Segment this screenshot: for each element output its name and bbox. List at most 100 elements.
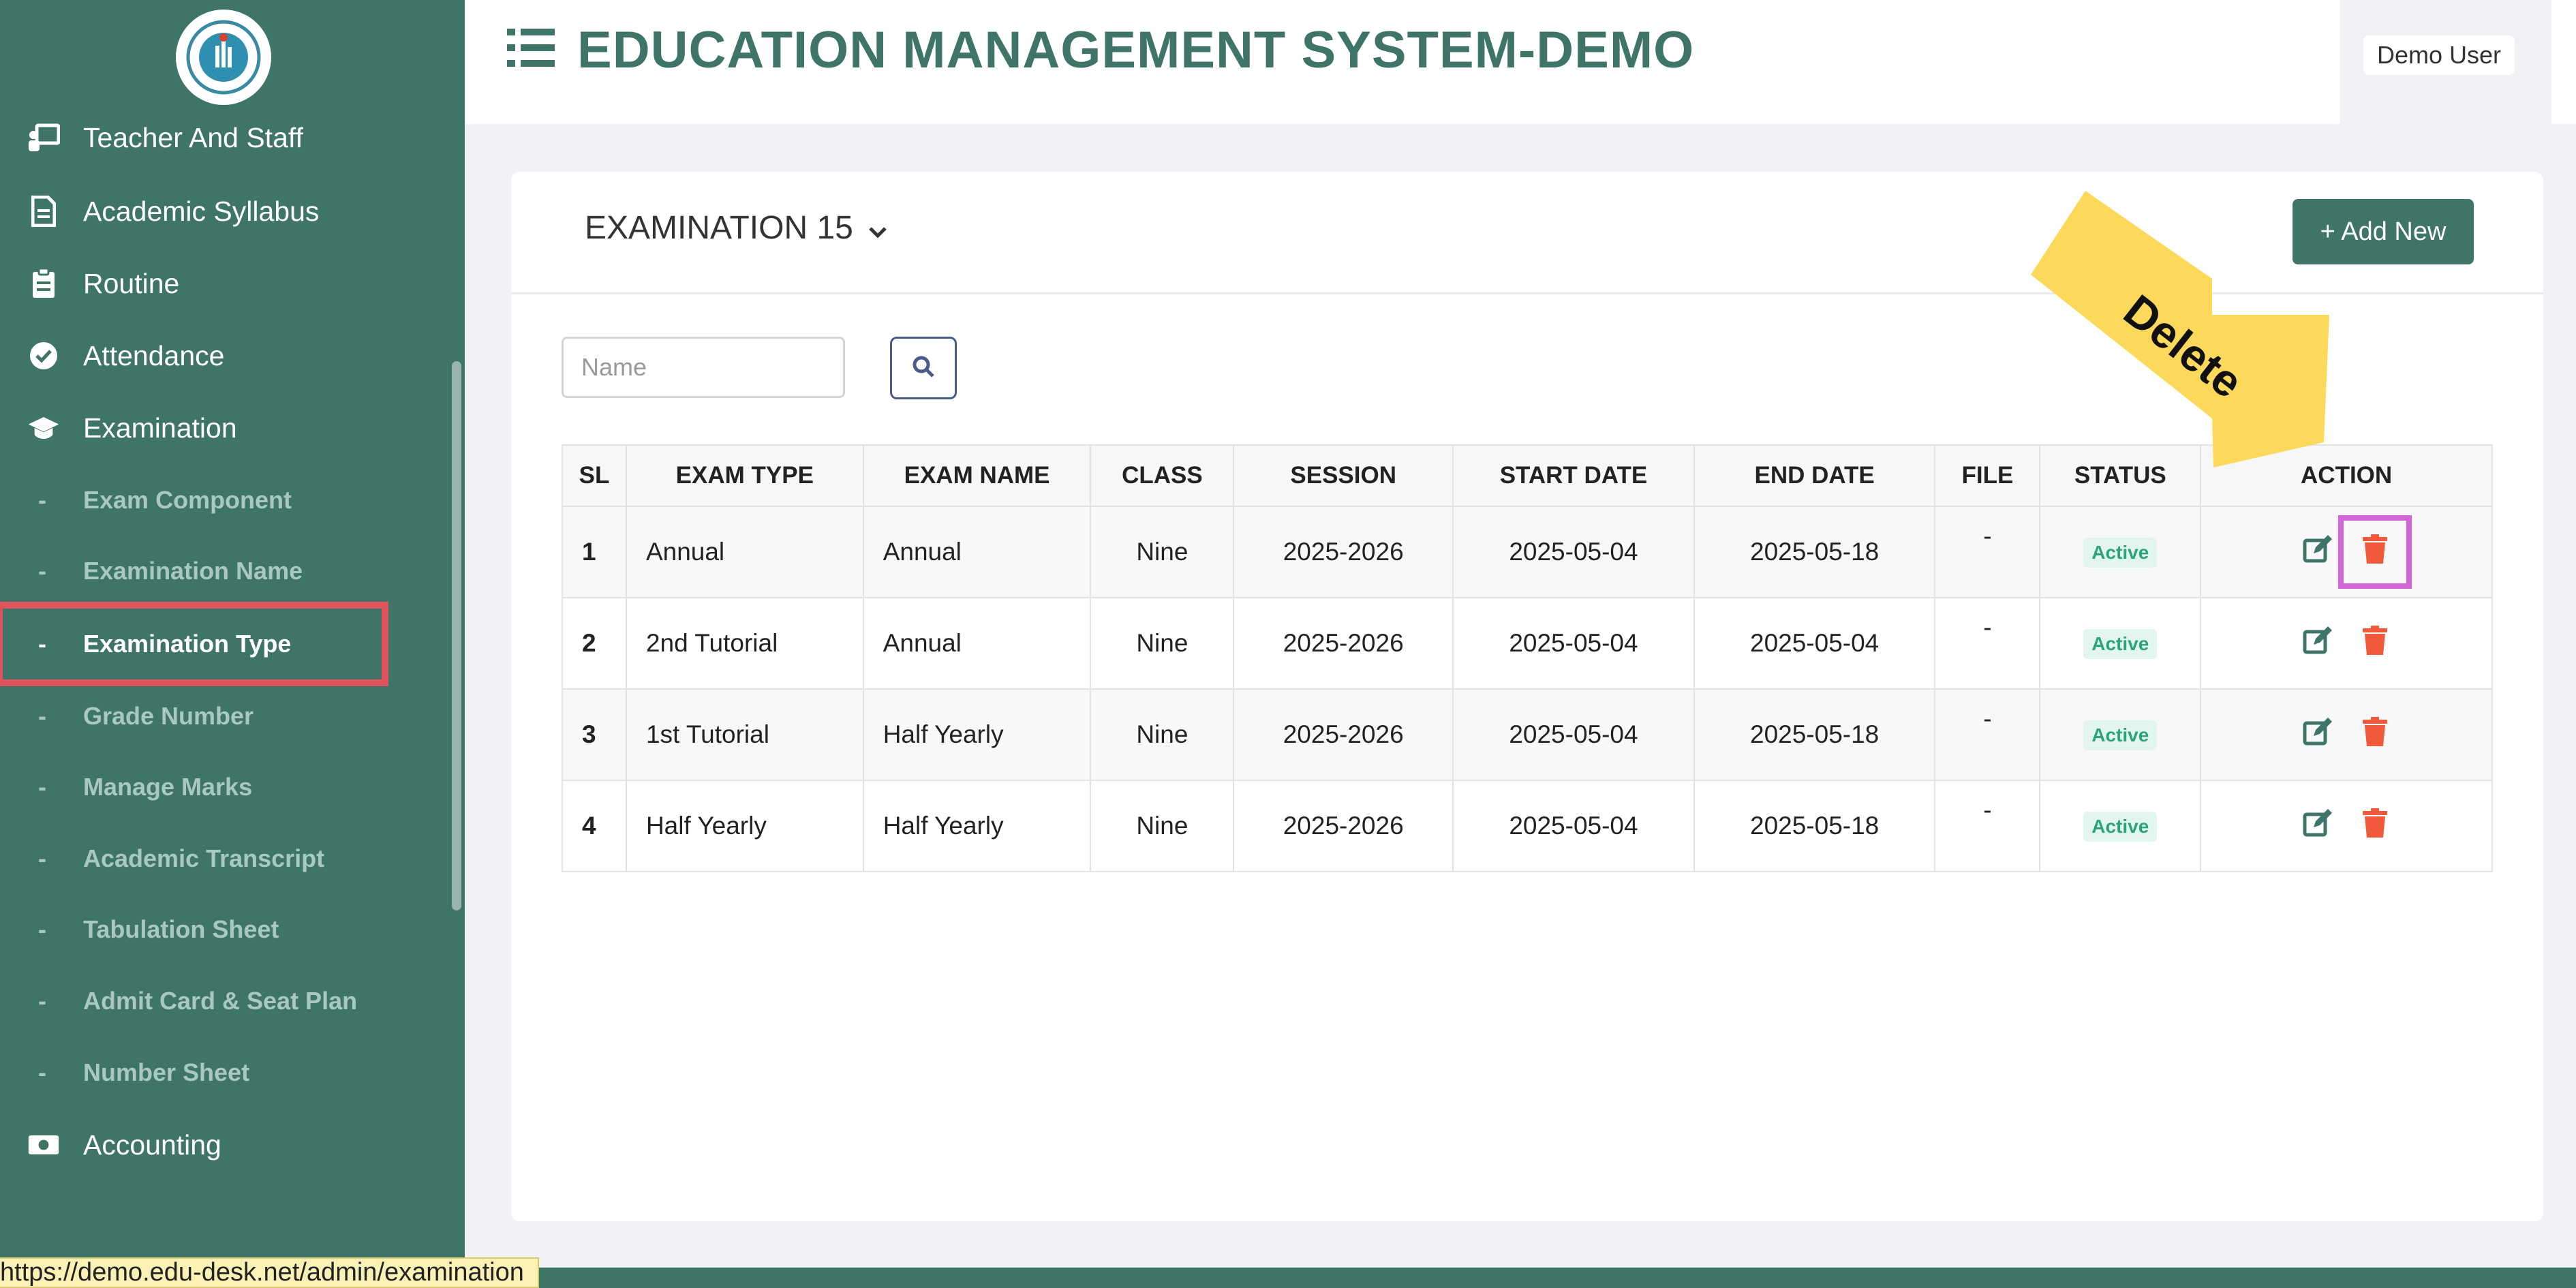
edit-icon <box>2302 625 2333 662</box>
trash-icon <box>2361 534 2389 571</box>
table-row: 4 Half Yearly Half Yearly Nine 2025-2026… <box>562 780 2493 872</box>
sidebar-subitem-academic-transcript[interactable]: - Academic Transcript <box>0 827 388 890</box>
status-badge: Active <box>2083 812 2158 842</box>
sidebar-item-label: Teacher And Staff <box>83 121 303 153</box>
dash-icon: - <box>38 486 46 514</box>
examination-selector[interactable]: EXAMINATION 15 <box>585 209 887 247</box>
delete-button[interactable] <box>2355 623 2395 664</box>
bottom-bar <box>465 1268 2576 1288</box>
cell-exam-name: Half Yearly <box>862 688 1092 781</box>
sidebar-subitem-tabulation-sheet[interactable]: - Tabulation Sheet <box>0 898 388 961</box>
cell-exam-name: Annual <box>862 597 1092 690</box>
delete-button[interactable] <box>2338 515 2412 589</box>
edit-button[interactable] <box>2297 623 2338 664</box>
dash-icon: - <box>38 1058 46 1086</box>
name-search-input[interactable] <box>562 337 845 398</box>
edit-icon <box>2302 808 2333 845</box>
column-header: FILE <box>1934 444 2041 507</box>
sidebar-item-examination[interactable]: Examination <box>0 397 465 459</box>
sidebar-subitem-grade-number[interactable]: - Grade Number <box>0 685 388 748</box>
cell-file: - <box>1934 597 2041 690</box>
status-bar-url: https://demo.edu-desk.net/admin/examinat… <box>0 1257 539 1288</box>
cell-start-date: 2025-05-04 <box>1452 688 1695 781</box>
edit-icon <box>2302 716 2333 754</box>
column-header: STATUS <box>2039 444 2202 507</box>
cell-action <box>2200 506 2493 598</box>
sidebar-subitem-manage-marks[interactable]: - Manage Marks <box>0 756 388 818</box>
trash-icon <box>2361 625 2389 662</box>
sidebar-subitem-admit-card[interactable]: - Admit Card & Seat Plan <box>0 970 388 1032</box>
sidebar-item-teacher-and-staff[interactable]: Teacher And Staff <box>0 106 465 169</box>
column-header: START DATE <box>1452 444 1695 507</box>
cell-exam-type: Annual <box>625 506 864 598</box>
edit-icon <box>2302 534 2333 571</box>
top-bar: EDUCATION MANAGEMENT SYSTEM-DEMO Demo Us… <box>465 0 2576 124</box>
column-header: END DATE <box>1693 444 1936 507</box>
trash-icon <box>2361 808 2389 845</box>
cell-class: Nine <box>1090 688 1235 781</box>
sidebar-item-label: Attendance <box>83 339 225 371</box>
delete-button[interactable] <box>2355 806 2395 846</box>
edit-button[interactable] <box>2297 806 2338 846</box>
sidebar-scrollbar[interactable] <box>452 361 461 910</box>
table-row: 2 2nd Tutorial Annual Nine 2025-2026 202… <box>562 597 2493 690</box>
cell-session: 2025-2026 <box>1233 688 1454 781</box>
cell-exam-name: Annual <box>862 506 1092 598</box>
sidebar-subitem-label: Tabulation Sheet <box>83 915 279 943</box>
dash-icon: - <box>38 702 46 730</box>
column-header: CLASS <box>1090 444 1235 507</box>
column-header: ACTION <box>2200 444 2493 507</box>
status-badge: Active <box>2083 538 2158 568</box>
sidebar-item-accounting[interactable]: Accounting <box>0 1114 465 1176</box>
sidebar-subitem-exam-component[interactable]: - Exam Component <box>0 469 388 532</box>
cell-class: Nine <box>1090 780 1235 872</box>
edit-button[interactable] <box>2297 714 2338 755</box>
delete-button[interactable] <box>2355 714 2395 755</box>
cell-class: Nine <box>1090 597 1235 690</box>
cell-file: - <box>1934 506 2041 598</box>
cell-exam-type: 1st Tutorial <box>625 688 864 781</box>
school-logo[interactable] <box>176 10 271 105</box>
sidebar-item-label: Academic Syllabus <box>83 195 320 227</box>
check-circle-icon <box>27 339 60 372</box>
column-header: EXAM TYPE <box>625 444 864 507</box>
sidebar-subitem-label: Admit Card & Seat Plan <box>83 987 358 1015</box>
table-row: 3 1st Tutorial Half Yearly Nine 2025-202… <box>562 688 2493 781</box>
dash-icon: - <box>38 773 46 801</box>
graduation-cap-icon <box>27 412 60 444</box>
dash-icon: - <box>38 915 46 943</box>
add-new-button[interactable]: + Add New <box>2293 199 2474 264</box>
examination-type-table: SL EXAM TYPE EXAM NAME CLASS SESSION STA… <box>562 444 2493 872</box>
teacher-board-icon <box>27 121 60 154</box>
cell-end-date: 2025-05-18 <box>1693 688 1936 781</box>
money-icon <box>27 1129 60 1161</box>
cell-end-date: 2025-05-18 <box>1693 780 1936 872</box>
sidebar-item-label: Examination <box>83 412 237 444</box>
cell-start-date: 2025-05-04 <box>1452 597 1695 690</box>
search-icon <box>911 354 936 382</box>
sidebar-item-attendance[interactable]: Attendance <box>0 324 465 387</box>
sidebar: Teacher And Staff Academic Syllabus Rout… <box>0 0 465 1288</box>
sidebar-item-academic-syllabus[interactable]: Academic Syllabus <box>0 180 465 243</box>
sidebar-subitem-number-sheet[interactable]: - Number Sheet <box>0 1041 388 1104</box>
cell-status: Active <box>2039 597 2202 690</box>
cell-end-date: 2025-05-04 <box>1693 597 1936 690</box>
sidebar-subitem-label: Academic Transcript <box>83 844 325 872</box>
cell-action <box>2200 780 2493 872</box>
trash-icon <box>2361 716 2389 754</box>
sidebar-item-label: Routine <box>83 267 180 299</box>
cell-end-date: 2025-05-18 <box>1693 506 1936 598</box>
table-row: 1 Annual Annual Nine 2025-2026 2025-05-0… <box>562 506 2493 598</box>
status-badge: Active <box>2083 629 2158 659</box>
search-button[interactable] <box>890 337 957 399</box>
list-menu-icon[interactable] <box>507 26 555 73</box>
edit-button[interactable] <box>2297 532 2338 572</box>
sidebar-item-routine[interactable]: Routine <box>0 252 465 315</box>
cell-sl: 4 <box>562 780 627 872</box>
sidebar-subitem-examination-name[interactable]: - Examination Name <box>0 540 388 602</box>
column-header: SL <box>562 444 627 507</box>
sidebar-subitem-label: Examination Name <box>83 557 303 585</box>
cell-sl: 3 <box>562 688 627 781</box>
content-card: EXAMINATION 15 + Add New SL EXA <box>511 172 2543 1221</box>
user-menu[interactable]: Demo User <box>2363 35 2515 75</box>
